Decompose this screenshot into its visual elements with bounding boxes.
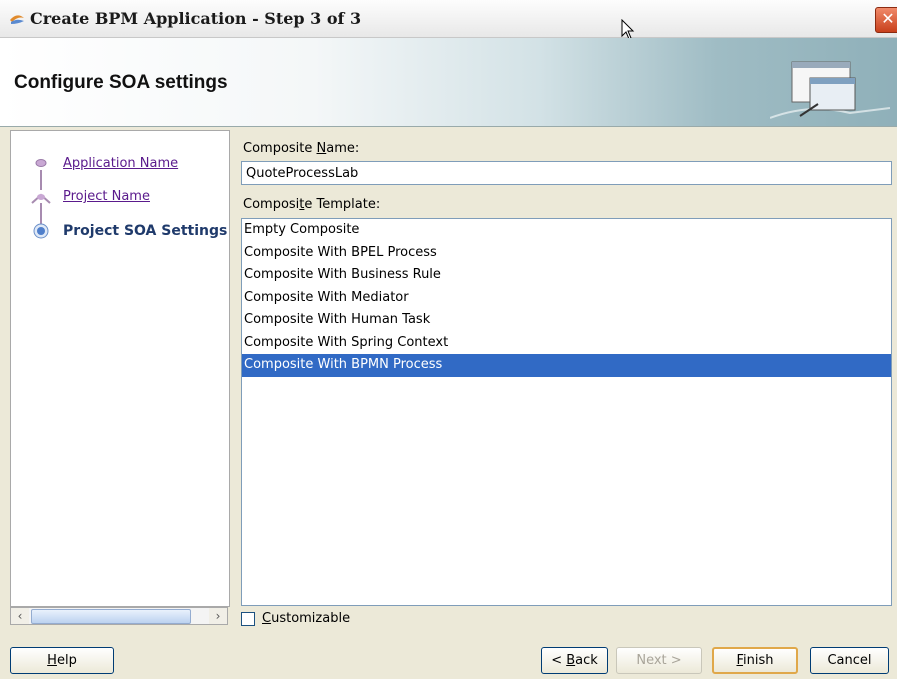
- list-item[interactable]: Composite With Spring Context: [242, 332, 891, 355]
- step-link[interactable]: Project Name: [63, 189, 150, 204]
- wizard-banner-icon: [770, 61, 890, 119]
- close-icon: ✕: [881, 9, 895, 28]
- cancel-button[interactable]: Cancel: [810, 647, 889, 674]
- step-link[interactable]: Application Name: [63, 156, 178, 171]
- chevron-left-icon: ‹: [17, 609, 23, 623]
- list-item[interactable]: Composite With Business Rule: [242, 264, 891, 287]
- composite-name-label: Composite Name:: [243, 141, 360, 156]
- chevron-right-icon: ›: [215, 609, 221, 623]
- wizard-steps-panel: Application Name Project Name Project SO…: [10, 130, 230, 607]
- step-application-name[interactable]: Application Name: [63, 156, 178, 171]
- back-button[interactable]: < Back: [541, 647, 608, 674]
- step-current-label: Project SOA Settings: [63, 223, 228, 239]
- list-item-selected[interactable]: Composite With BPMN Process: [242, 354, 891, 377]
- customizable-label[interactable]: Customizable: [262, 611, 350, 626]
- window-title: Create BPM Application - Step 3 of 3: [30, 9, 362, 28]
- list-item[interactable]: Composite With Human Task: [242, 309, 891, 332]
- steps-horizontal-scrollbar[interactable]: ‹ ›: [10, 607, 228, 625]
- scroll-right-button[interactable]: ›: [209, 608, 227, 624]
- customizable-checkbox[interactable]: [241, 612, 255, 626]
- composite-template-label: Composite Template:: [243, 197, 381, 212]
- scroll-left-button[interactable]: ‹: [11, 608, 29, 624]
- scrollbar-thumb[interactable]: [31, 609, 191, 624]
- title-bar: Create BPM Application - Step 3 of 3 ✕: [0, 0, 897, 40]
- step-current-icon: [33, 223, 49, 239]
- composite-name-input[interactable]: [241, 161, 892, 185]
- next-button[interactable]: Next >: [616, 647, 702, 674]
- finish-button[interactable]: Finish: [712, 647, 798, 674]
- list-item[interactable]: Composite With Mediator: [242, 287, 891, 310]
- step-project-soa-settings: Project SOA Settings: [63, 223, 227, 239]
- page-title: Configure SOA settings: [14, 72, 228, 93]
- list-item[interactable]: Empty Composite: [242, 219, 891, 242]
- list-item[interactable]: Composite With BPEL Process: [242, 242, 891, 265]
- step-done-icon: [31, 193, 51, 204]
- step-done-icon: [35, 159, 47, 167]
- composite-template-list[interactable]: Empty Composite Composite With BPEL Proc…: [241, 218, 892, 606]
- close-button[interactable]: ✕: [875, 7, 897, 33]
- oracle-jdeveloper-icon: [10, 15, 24, 24]
- wizard-header: Configure SOA settings: [0, 38, 897, 127]
- step-project-name[interactable]: Project Name: [63, 189, 150, 204]
- help-button[interactable]: Help: [10, 647, 114, 674]
- step-connector: [40, 170, 42, 190]
